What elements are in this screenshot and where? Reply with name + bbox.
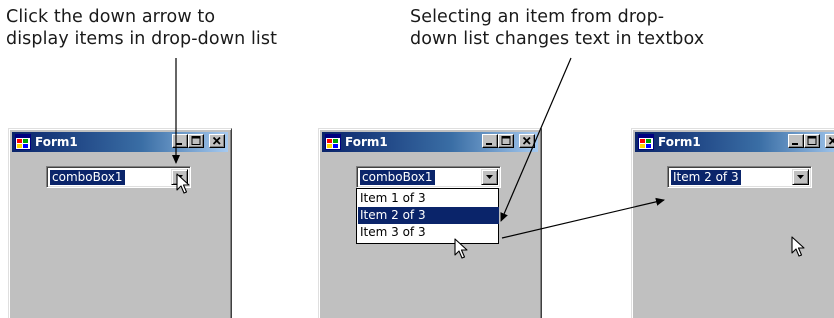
annotation-overlay bbox=[172, 57, 665, 239]
mouse-pointer-icon bbox=[454, 238, 468, 259]
mouse-pointer-icon bbox=[791, 236, 805, 257]
annotation-arrow bbox=[500, 57, 572, 222]
annotation-arrow bbox=[501, 197, 665, 239]
mouse-pointer-icon bbox=[176, 173, 190, 194]
